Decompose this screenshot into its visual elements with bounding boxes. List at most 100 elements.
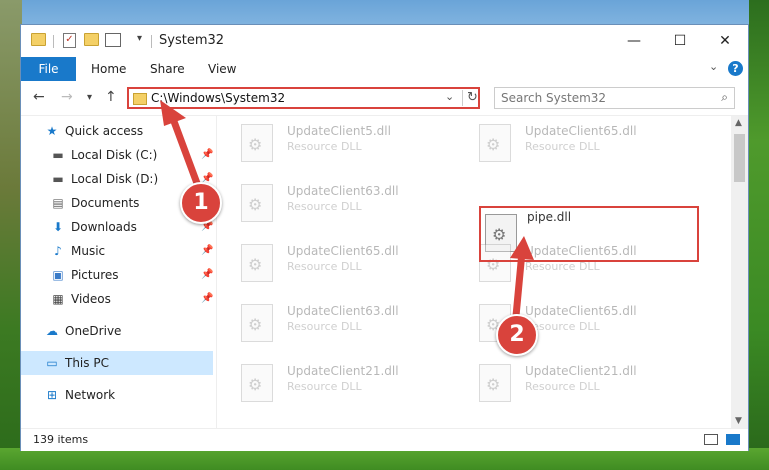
customize-toolbar-icon[interactable]: [105, 33, 121, 47]
pin-icon[interactable]: 📌: [201, 245, 213, 256]
sidebar-item-music[interactable]: ♪ Music: [51, 240, 105, 262]
chevron-down-icon[interactable]: ⌄: [445, 90, 454, 103]
maximize-button[interactable]: ☐: [657, 25, 703, 57]
tab-share[interactable]: Share: [150, 57, 185, 81]
file-type: Resource DLL: [287, 200, 362, 213]
drive-icon: ▬: [52, 148, 64, 162]
tab-file[interactable]: File: [21, 57, 76, 81]
sidebar-item-quick-access[interactable]: ★ Quick access: [45, 120, 144, 142]
search-input[interactable]: Search System32 ⌕: [494, 87, 735, 109]
file-type: Resource DLL: [525, 140, 600, 153]
sidebar-item-label: Videos: [71, 292, 111, 306]
details-view-icon[interactable]: [704, 434, 718, 445]
refresh-icon[interactable]: ↻: [462, 90, 478, 106]
download-icon: ⬇: [52, 220, 64, 234]
dll-file-icon: [241, 184, 273, 222]
sidebar-item-this-pc[interactable]: ▭ This PC: [45, 352, 109, 374]
desktop-background-left: [0, 0, 22, 470]
close-button[interactable]: ✕: [702, 25, 748, 57]
address-bar[interactable]: C:\Windows\System32 ⌄ ↻: [127, 87, 480, 109]
file-name: UpdateClient63.dll: [287, 304, 399, 318]
window-title: System32: [159, 33, 225, 48]
file-list: UpdateClient5.dll Resource DLL UpdateCli…: [217, 116, 731, 428]
large-icons-view-icon[interactable]: [726, 434, 740, 445]
address-path[interactable]: C:\Windows\System32: [151, 91, 285, 105]
drive-icon: ▬: [52, 172, 64, 186]
properties-check-icon[interactable]: ✓: [63, 33, 76, 48]
sidebar-item-onedrive[interactable]: ☁ OneDrive: [45, 320, 121, 342]
computer-icon: ▭: [46, 356, 58, 370]
vertical-scrollbar[interactable]: ▲ ▼: [731, 116, 748, 428]
file-name: UpdateClient21.dll: [525, 364, 637, 378]
sidebar-item-label: Music: [71, 244, 106, 258]
back-arrow-icon[interactable]: ←: [33, 89, 45, 105]
dll-file-icon: [241, 244, 273, 282]
music-icon: ♪: [54, 244, 62, 258]
divider: [151, 35, 152, 48]
file-tile[interactable]: UpdateClient63.dll Resource DLL: [217, 180, 437, 226]
file-type: Resource DLL: [287, 380, 362, 393]
file-tile[interactable]: UpdateClient5.dll Resource DLL: [217, 120, 437, 166]
tab-home[interactable]: Home: [91, 57, 126, 81]
chevron-down-icon[interactable]: ▾: [137, 33, 142, 44]
sidebar-item-pictures[interactable]: ▣ Pictures: [51, 264, 119, 286]
documents-icon: ▤: [52, 196, 64, 210]
file-type: Resource DLL: [525, 380, 600, 393]
cloud-icon: ☁: [46, 324, 58, 338]
new-folder-icon[interactable]: [84, 33, 99, 46]
sidebar-item-label: Network: [65, 388, 116, 402]
dll-file-icon: [241, 304, 273, 342]
folder-icon: [133, 93, 147, 105]
file-tile[interactable]: UpdateClient65.dll Resource DLL: [217, 240, 437, 286]
file-tile[interactable]: UpdateClient21.dll Resource DLL: [217, 360, 437, 406]
file-tile[interactable]: UpdateClient65.dll Resource DLL: [455, 300, 675, 346]
sidebar-item-documents[interactable]: ▤ Documents: [51, 192, 139, 214]
sidebar-item-label: Documents: [71, 196, 140, 210]
file-name: UpdateClient65.dll: [525, 124, 637, 138]
dll-file-icon: [241, 124, 273, 162]
file-tile[interactable]: UpdateClient21.dll Resource DLL: [455, 360, 675, 406]
file-name: UpdateClient65.dll: [287, 244, 399, 258]
file-type: Resource DLL: [287, 320, 362, 333]
divider: [53, 35, 54, 48]
pipe-dll-highlight-box: [479, 206, 699, 262]
file-name: UpdateClient21.dll: [287, 364, 399, 378]
file-type: Resource DLL: [287, 140, 362, 153]
sidebar-item-label: OneDrive: [65, 324, 122, 338]
sidebar-item-label: Quick access: [65, 124, 144, 138]
pictures-icon: ▣: [52, 268, 64, 282]
sidebar-item-videos[interactable]: ▦ Videos: [51, 288, 111, 310]
file-tile[interactable]: UpdateClient65.dll Resource DLL: [455, 120, 675, 166]
sidebar-item-network[interactable]: ⊞ Network: [45, 384, 115, 406]
pin-icon[interactable]: 📌: [201, 269, 213, 280]
scroll-down-arrow-icon[interactable]: ▼: [735, 416, 742, 426]
file-name: UpdateClient65.dll: [525, 304, 637, 318]
sidebar-item-label: Pictures: [71, 268, 119, 282]
help-icon[interactable]: ?: [728, 61, 743, 76]
sidebar-item-downloads[interactable]: ⬇ Downloads: [51, 216, 137, 238]
tab-view[interactable]: View: [208, 57, 236, 81]
expand-ribbon-icon[interactable]: ⌄: [709, 60, 718, 73]
recent-locations-chevron-icon[interactable]: ▾: [87, 92, 92, 103]
dll-file-icon: [479, 124, 511, 162]
sidebar-item-label: Downloads: [71, 220, 137, 234]
status-bar: 139 items: [21, 428, 748, 451]
pin-icon[interactable]: 📌: [201, 149, 213, 160]
scroll-up-arrow-icon[interactable]: ▲: [735, 118, 742, 128]
title-bar: ✓ ▾ System32 — ☐ ✕: [21, 25, 748, 57]
item-count: 139 items: [33, 433, 89, 446]
sidebar-item-local-disk-d[interactable]: ▬ Local Disk (D:): [51, 168, 158, 190]
forward-arrow-icon[interactable]: →: [61, 89, 73, 105]
sidebar-item-local-disk-c[interactable]: ▬ Local Disk (C:): [51, 144, 157, 166]
scrollbar-thumb[interactable]: [734, 134, 745, 182]
ribbon-tabs: File Home Share View ⌄ ?: [21, 57, 748, 81]
folder-icon: [31, 33, 46, 46]
minimize-button[interactable]: —: [611, 25, 657, 57]
file-tile[interactable]: UpdateClient63.dll Resource DLL: [217, 300, 437, 346]
navigation-bar: ← → ▾ ↑ C:\Windows\System32 ⌄ ↻ Search S…: [21, 81, 748, 116]
desktop-background-bottom: [0, 448, 769, 470]
network-icon: ⊞: [46, 388, 58, 402]
desktop-background-right: [749, 0, 769, 470]
up-arrow-icon[interactable]: ↑: [105, 89, 117, 105]
pin-icon[interactable]: 📌: [201, 293, 213, 304]
